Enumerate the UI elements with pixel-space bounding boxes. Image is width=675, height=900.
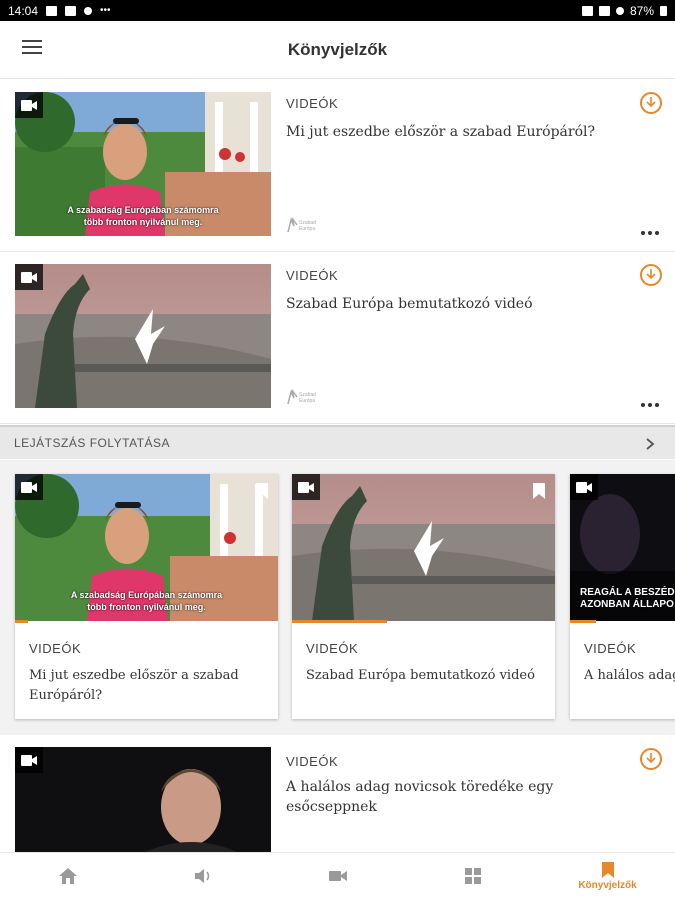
content-area: A szabadság Európában számomra több fron… bbox=[0, 80, 675, 852]
home-icon bbox=[58, 867, 77, 884]
video-camera-icon bbox=[15, 264, 43, 290]
hamburger-menu-icon[interactable] bbox=[22, 40, 42, 56]
video-caption: A szabadság Európában számomra több fron… bbox=[70, 590, 223, 612]
svg-text:Európa: Európa bbox=[299, 398, 315, 404]
nav-bookmarks[interactable]: Könyvjelzők bbox=[540, 853, 675, 900]
bookmark-icon[interactable] bbox=[533, 483, 545, 499]
video-thumbnail[interactable] bbox=[15, 264, 271, 408]
download-icon[interactable] bbox=[640, 264, 662, 286]
video-camera-icon bbox=[570, 474, 598, 500]
continue-watching-carousel[interactable]: A szabadság Európában számomra több fron… bbox=[0, 460, 675, 735]
more-options-icon[interactable] bbox=[641, 402, 659, 408]
continue-card[interactable]: REAGÁL A BESZÉDR AZONBAN ÁLLAPO VIDEÓK A… bbox=[570, 474, 675, 719]
watch-progress-bar bbox=[15, 620, 29, 623]
more-options-icon[interactable] bbox=[641, 230, 659, 236]
category-label: VIDEÓK bbox=[286, 96, 339, 111]
bookmark-row[interactable]: VIDEÓK Szabad Európa bemutatkozó videó S… bbox=[0, 252, 675, 424]
bookmark-icon bbox=[601, 862, 614, 878]
video-thumbnail[interactable]: A szabadság Európában számomra több fron… bbox=[15, 92, 271, 236]
grid-icon bbox=[464, 867, 481, 884]
bookmark-row[interactable]: A szabadság Európában számomra több fron… bbox=[0, 80, 675, 252]
status-time: 14:04 bbox=[8, 3, 39, 18]
svg-text:Európa: Európa bbox=[299, 226, 315, 232]
image-notification-icon bbox=[46, 5, 58, 16]
article-title[interactable]: A halálos adag egy esőcseppn bbox=[584, 666, 675, 686]
download-icon[interactable] bbox=[640, 92, 662, 114]
battery-level: 87% bbox=[629, 3, 654, 18]
mute-icon bbox=[581, 5, 593, 16]
video-thumbnail[interactable]: A szabadság Európában számomra több fron… bbox=[15, 474, 278, 621]
continue-card[interactable]: A szabadság Európában számomra több fron… bbox=[15, 474, 278, 719]
category-label: VIDEÓK bbox=[584, 641, 637, 656]
audio-icon bbox=[194, 868, 209, 883]
video-icon bbox=[328, 870, 347, 881]
app-bar: Könyvjelzők bbox=[0, 21, 675, 79]
video-camera-icon bbox=[15, 474, 43, 500]
nav-audio[interactable] bbox=[135, 853, 270, 900]
dnd-icon bbox=[615, 6, 624, 15]
category-label: VIDEÓK bbox=[286, 754, 339, 769]
video-caption: REAGÁL A BESZÉDR AZONBAN ÁLLAPO bbox=[580, 587, 675, 610]
video-camera-icon bbox=[15, 92, 43, 118]
battery-icon bbox=[660, 5, 667, 16]
wifi-icon bbox=[598, 5, 610, 16]
download-icon[interactable] bbox=[640, 748, 662, 770]
bookmark-icon[interactable] bbox=[256, 483, 268, 499]
page-title: Könyvjelzők bbox=[287, 39, 388, 59]
video-thumbnail[interactable] bbox=[292, 474, 555, 621]
nav-home[interactable] bbox=[0, 853, 135, 900]
more-notifications-icon: ••• bbox=[100, 5, 111, 16]
video-camera-icon bbox=[292, 474, 320, 500]
video-caption: A szabadság Európában számomra több fron… bbox=[67, 205, 219, 227]
article-title[interactable]: Szabad Európa bemutatkozó videó bbox=[286, 294, 616, 314]
bell-icon bbox=[84, 6, 93, 15]
notification-icon bbox=[65, 5, 77, 16]
status-bar: 14:04 ••• 87% bbox=[0, 0, 675, 21]
category-label: VIDEÓK bbox=[29, 641, 82, 656]
nav-bookmarks-label: Könyvjelzők bbox=[578, 880, 637, 891]
chevron-right-icon[interactable] bbox=[645, 437, 655, 451]
article-title[interactable]: Szabad Európa bemutatkozó videó bbox=[306, 666, 542, 686]
video-camera-icon bbox=[15, 747, 43, 773]
szabad-europa-logo: Szabad Európa bbox=[286, 216, 326, 234]
video-thumbnail[interactable] bbox=[15, 747, 271, 852]
article-title[interactable]: Mi jut eszedbe először a szabad Európáró… bbox=[286, 122, 616, 142]
bookmark-row[interactable]: VIDEÓK A halálos adag novicsok töredéke … bbox=[0, 737, 675, 852]
watch-progress-bar bbox=[570, 620, 597, 623]
bottom-navigation: Könyvjelzők bbox=[0, 852, 675, 900]
continue-watching-header[interactable]: LEJÁTSZÁS FOLYTATÁSA bbox=[0, 425, 675, 459]
section-title: LEJÁTSZÁS FOLYTATÁSA bbox=[14, 436, 171, 450]
article-title[interactable]: A halálos adag novicsok töredéke egy eső… bbox=[286, 777, 616, 817]
category-label: VIDEÓK bbox=[286, 268, 339, 283]
watch-progress-bar bbox=[292, 620, 387, 623]
nav-categories[interactable] bbox=[405, 853, 540, 900]
category-label: VIDEÓK bbox=[306, 641, 359, 656]
continue-card[interactable]: VIDEÓK Szabad Európa bemutatkozó videó bbox=[292, 474, 555, 719]
szabad-europa-logo: Szabad Európa bbox=[286, 388, 326, 406]
video-thumbnail[interactable]: REAGÁL A BESZÉDR AZONBAN ÁLLAPO bbox=[570, 474, 675, 621]
nav-video[interactable] bbox=[270, 853, 405, 900]
article-title[interactable]: Mi jut eszedbe először a szabad Európáró… bbox=[29, 666, 265, 706]
